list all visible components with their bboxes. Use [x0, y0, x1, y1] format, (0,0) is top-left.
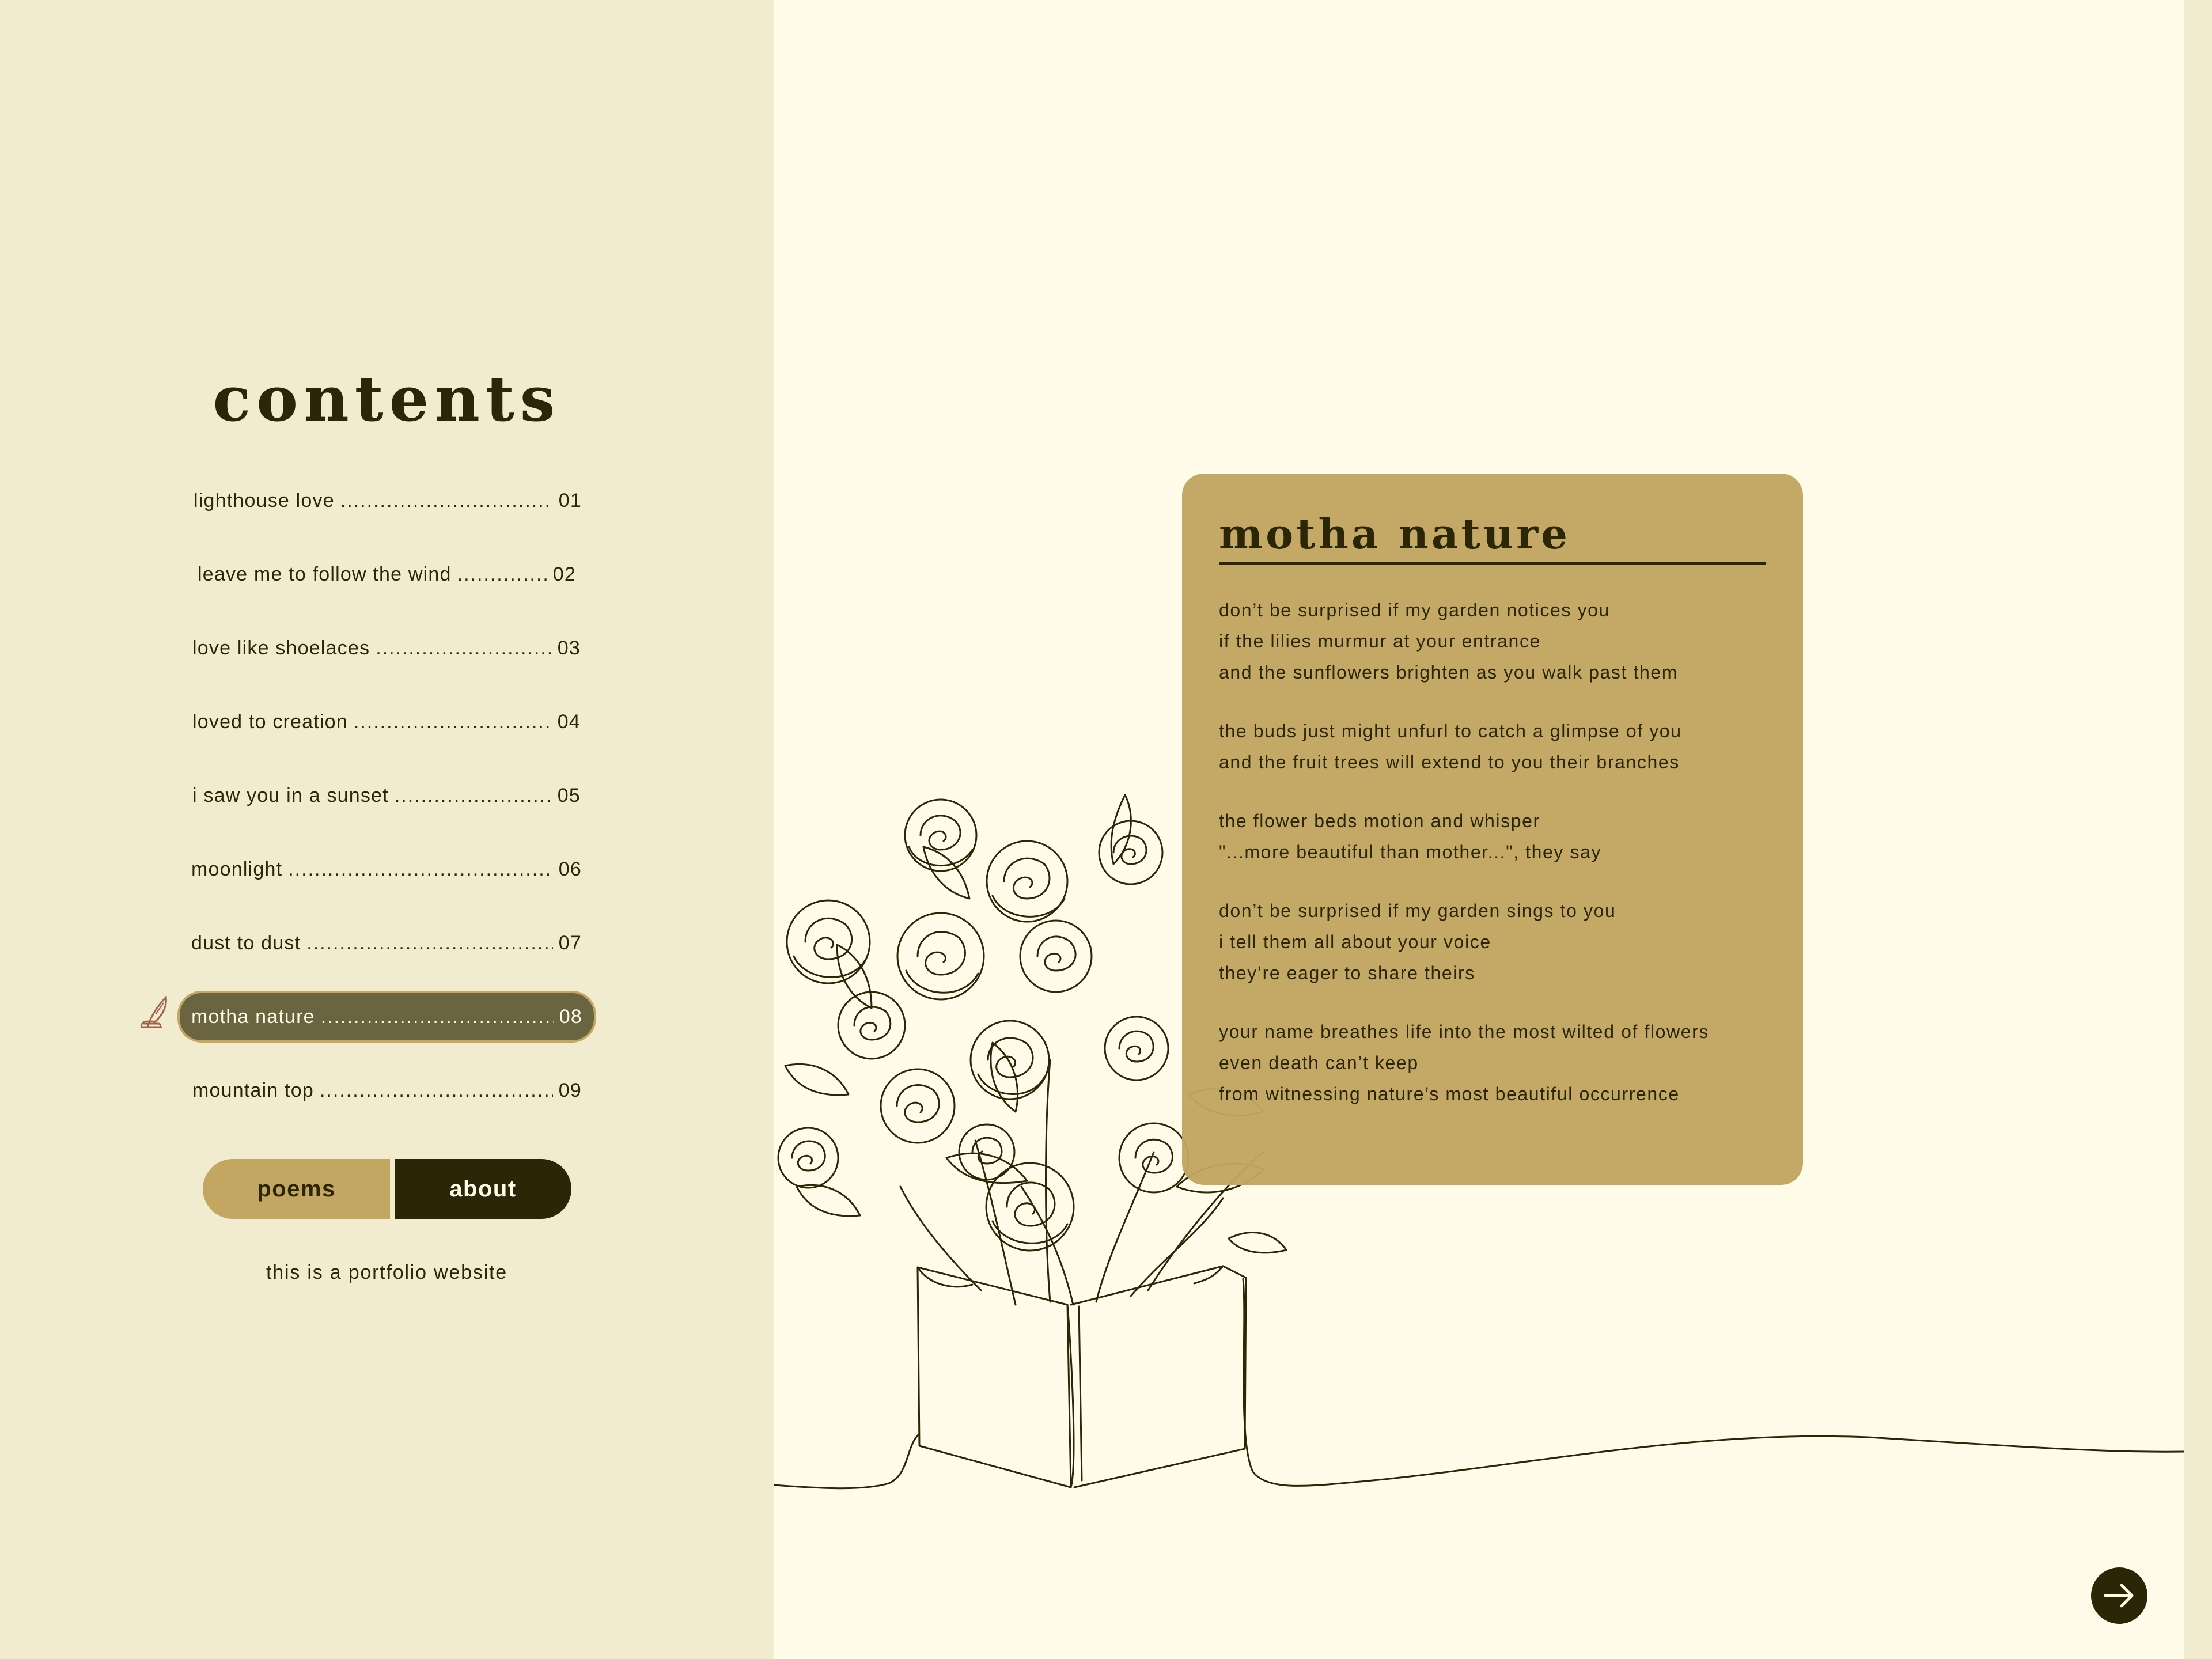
quill-pen-icon	[141, 995, 167, 1028]
poem-line: "...more beautiful than mother...", they…	[1219, 842, 1602, 863]
toc-item-title: moonlight	[191, 858, 283, 880]
toc-item-title: i saw you in a sunset	[192, 784, 389, 806]
toc-item-number: 06	[558, 858, 582, 880]
poem-line: they’re eager to share theirs	[1219, 963, 1475, 984]
poem-line: from witnessing nature’s most beautiful …	[1219, 1084, 1680, 1105]
poem-line: and the fruit trees will extend to you t…	[1219, 752, 1680, 773]
toc-item-title: dust to dust	[191, 931, 301, 954]
toc-item-title: love like shoelaces	[192, 637, 370, 659]
poems-button[interactable]: poems	[203, 1159, 390, 1219]
toc-leader-dots: ........................................…	[457, 563, 547, 585]
about-button[interactable]: about	[395, 1159, 571, 1219]
poem-line: the flower beds motion and whisper	[1219, 810, 1540, 832]
arrow-right-icon	[2104, 1584, 2134, 1608]
toc-item-number: 04	[557, 710, 581, 733]
toc-item-number: 02	[552, 563, 576, 585]
toc-leader-dots: ........................................…	[340, 489, 553, 512]
toc-item-title: loved to creation	[192, 710, 348, 733]
toc-item-mountain-top[interactable]: mountain top ...........................…	[192, 1066, 582, 1115]
toc-item-number: 08	[559, 1005, 582, 1028]
toc-leader-dots: ........................................…	[288, 858, 553, 880]
toc-item-moonlight[interactable]: moonlight ..............................…	[191, 845, 582, 893]
poem-stanza: don’t be surprised if my garden sings to…	[1219, 895, 1766, 988]
toc-item-i-saw-you-in-a-sunset[interactable]: i saw you in a sunset ..................…	[192, 771, 581, 820]
toc-item-title: leave me to follow the wind	[198, 563, 452, 585]
toc-item-love-like-shoelaces[interactable]: love like shoelaces ....................…	[192, 624, 581, 672]
toc-leader-dots: ........................................…	[320, 1005, 554, 1028]
poem-line: your name breathes life into the most wi…	[1219, 1021, 1710, 1043]
toc-item-dust-to-dust[interactable]: dust to dust ...........................…	[191, 919, 582, 967]
poem-card: motha nature don’t be surprised if my ga…	[1182, 474, 1803, 1185]
poem-title: motha nature	[1219, 509, 1766, 565]
toc-leader-dots: ........................................…	[394, 784, 552, 806]
poem-line: if the lilies murmur at your entrance	[1219, 631, 1541, 652]
poem-line: even death can’t keep	[1219, 1052, 1419, 1074]
tagline: this is a portfolio website	[266, 1262, 507, 1283]
poem-line: i tell them all about your voice	[1219, 931, 1491, 953]
toc-item-number: 07	[558, 931, 582, 954]
toc-item-number: 05	[557, 784, 581, 806]
sidebar: contents lighthouse love ...............…	[0, 0, 774, 1659]
table-of-contents: lighthouse love ........................…	[0, 0, 774, 1152]
toc-item-number: 03	[557, 637, 581, 659]
toc-item-lighthouse-love[interactable]: lighthouse love ........................…	[194, 476, 582, 525]
poem-stanza: don’t be surprised if my garden notices …	[1219, 594, 1766, 688]
next-page-button[interactable]	[2091, 1567, 2147, 1624]
toc-leader-dots: ........................................…	[376, 637, 552, 659]
button-divider	[390, 1159, 395, 1219]
toc-item-motha-nature[interactable]: motha nature ...........................…	[177, 991, 596, 1043]
poem-line: the buds just might unfurl to catch a gl…	[1219, 721, 1682, 742]
poem-line: and the sunflowers brighten as you walk …	[1219, 662, 1679, 683]
poem-stanza: your name breathes life into the most wi…	[1219, 1016, 1766, 1109]
toc-leader-dots: ........................................…	[319, 1079, 553, 1101]
toc-item-number: 01	[558, 489, 582, 512]
poem-stanza: the buds just might unfurl to catch a gl…	[1219, 715, 1766, 778]
poem-line: don’t be surprised if my garden notices …	[1219, 600, 1610, 621]
toc-item-title: motha nature	[191, 1005, 315, 1028]
right-edge-strip	[2184, 0, 2212, 1659]
toc-leader-dots: ........................................…	[306, 931, 553, 954]
poem-line: don’t be surprised if my garden sings to…	[1219, 900, 1616, 922]
toc-item-title: lighthouse love	[194, 489, 335, 512]
toc-item-number: 09	[558, 1079, 582, 1101]
toc-item-loved-to-creation[interactable]: loved to creation ......................…	[192, 698, 581, 746]
toc-item-title: mountain top	[192, 1079, 314, 1101]
toc-leader-dots: ........................................…	[353, 710, 552, 733]
nav-button-group: poems about	[203, 1159, 571, 1219]
toc-item-leave-me-to-follow-the-wind[interactable]: leave me to follow the wind ............…	[198, 550, 576, 599]
poem-stanza: the flower beds motion and whisper "...m…	[1219, 805, 1766, 868]
